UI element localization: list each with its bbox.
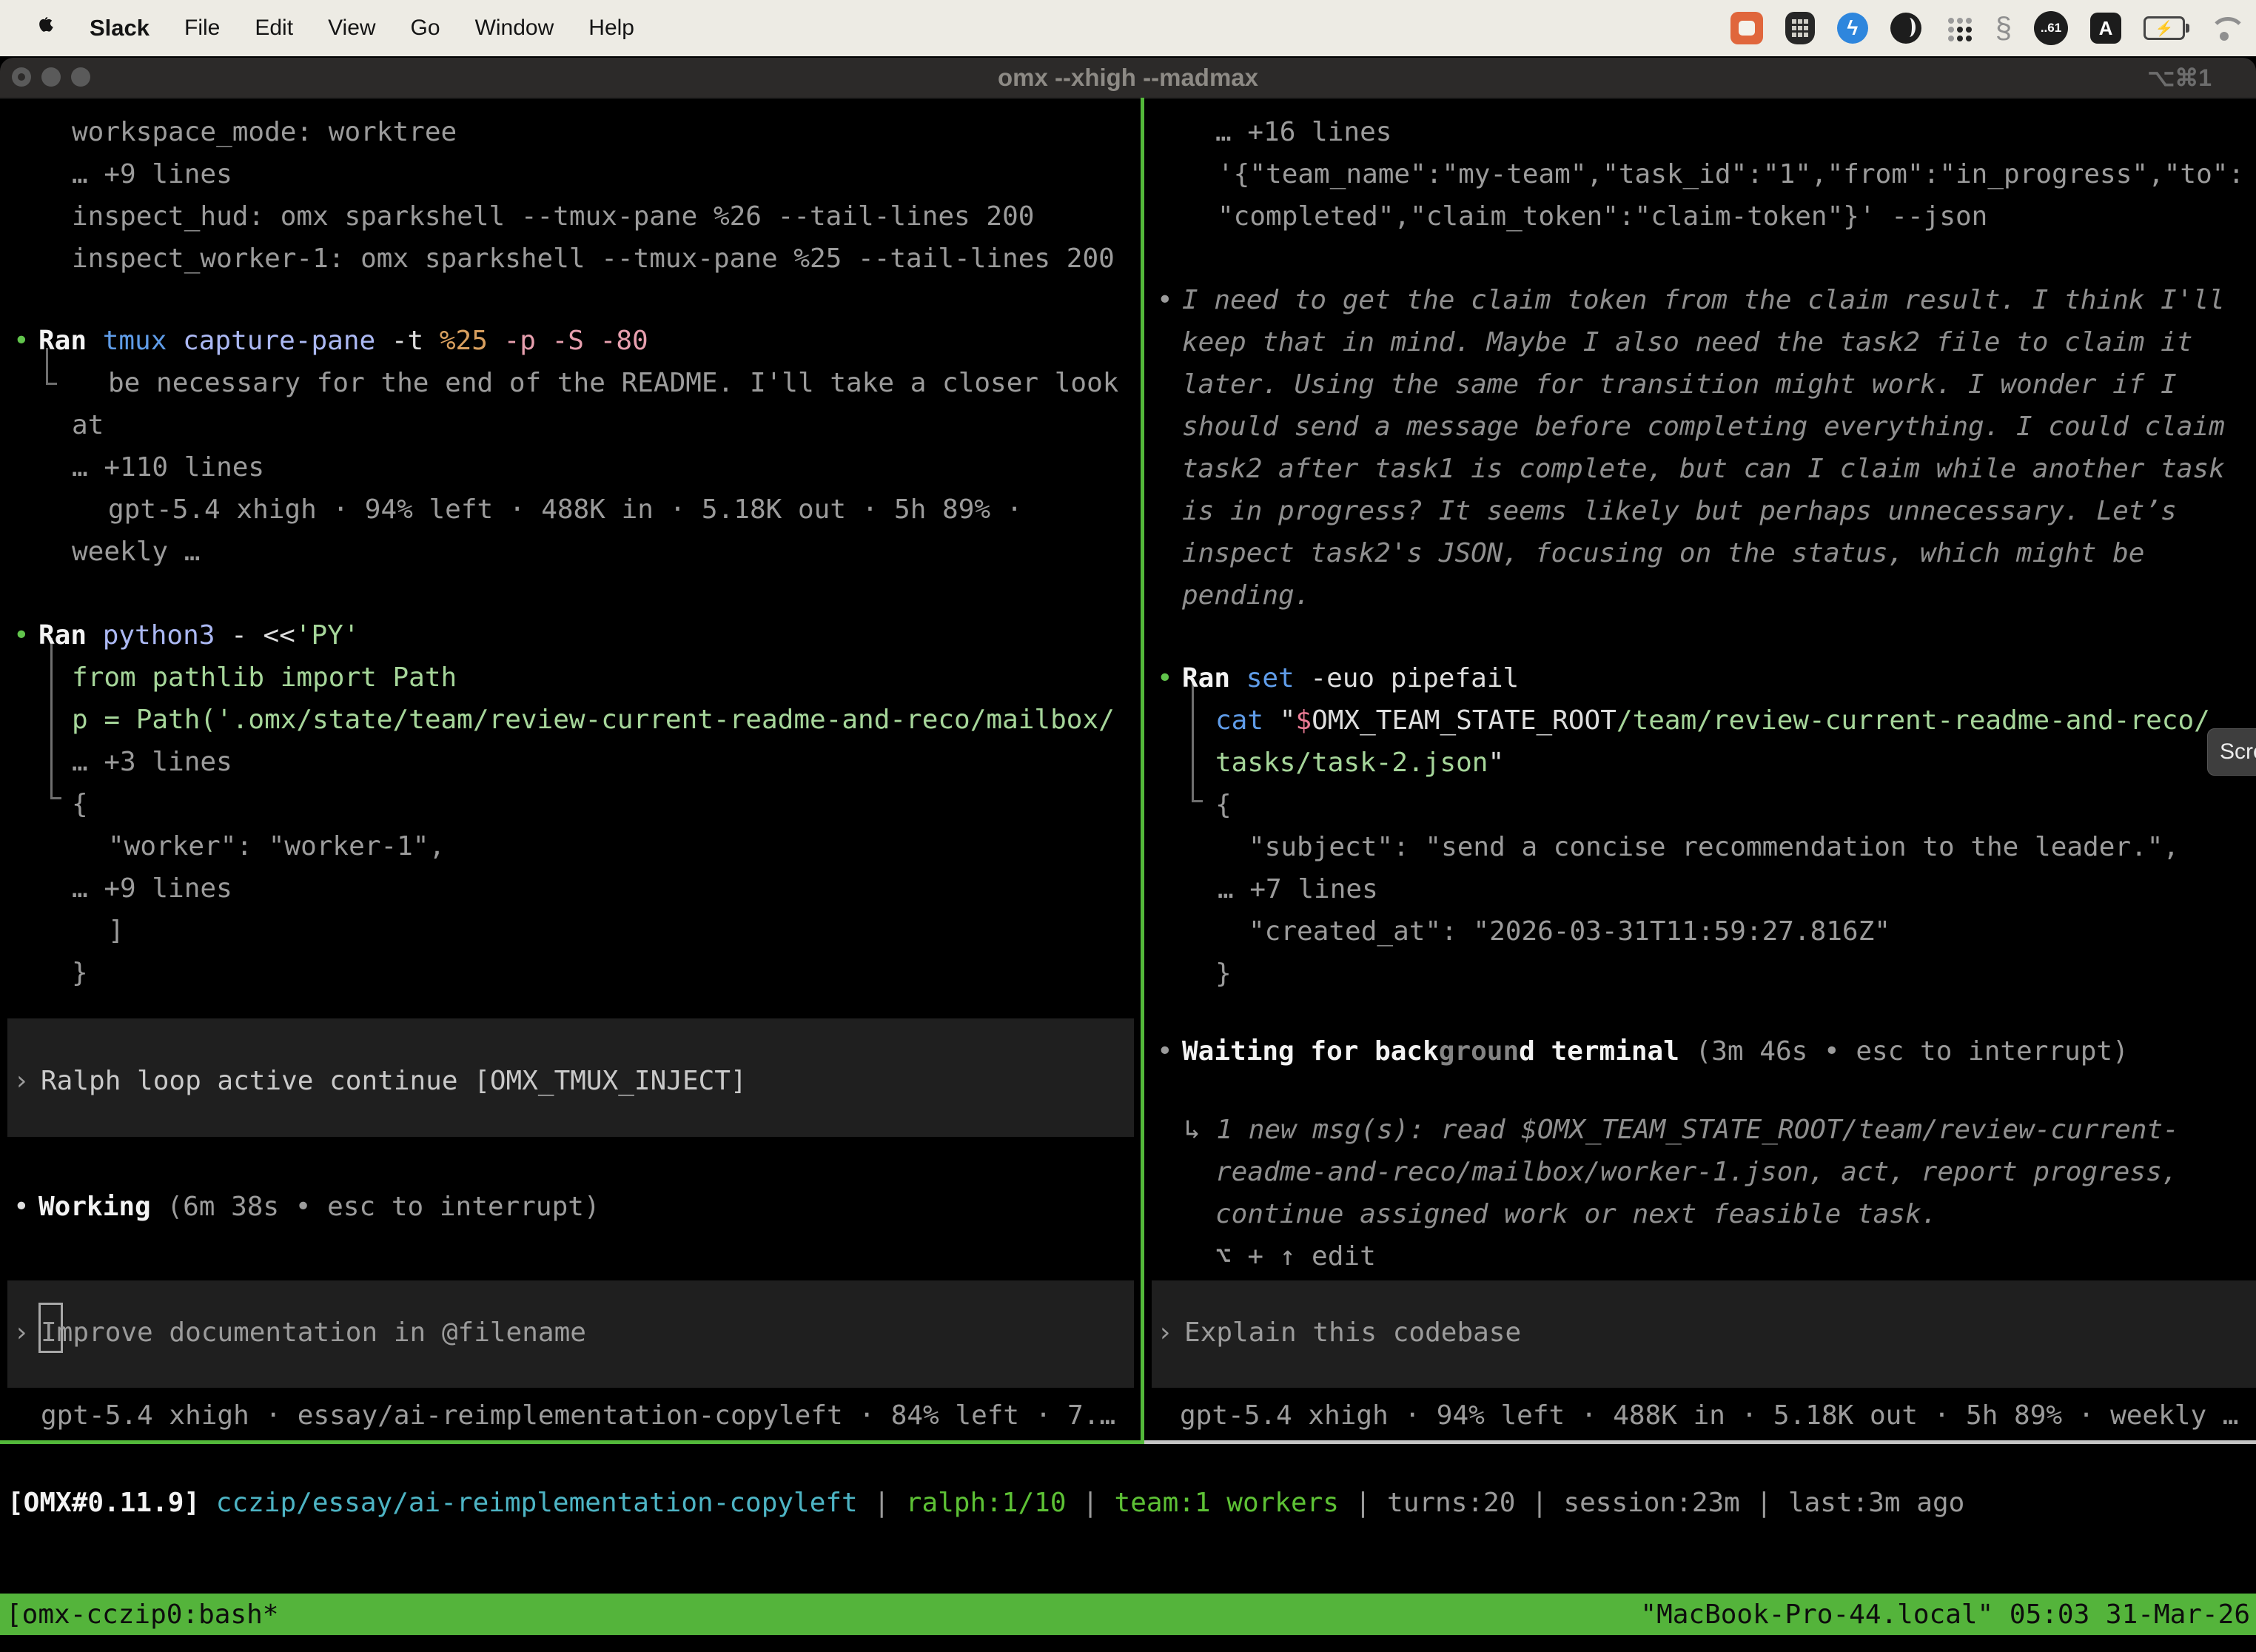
squiggle-icon[interactable]: § xyxy=(1995,12,2012,45)
notification-app-icon[interactable] xyxy=(1730,12,1763,44)
apple-icon[interactable] xyxy=(33,16,55,41)
window-title-bar[interactable]: omx --xhigh --madmax ⌥⌘1 xyxy=(0,58,2256,99)
battery-icon[interactable]: ⚡ xyxy=(2143,16,2185,40)
menu-item-go[interactable]: Go xyxy=(411,16,440,41)
menu-item-view[interactable]: View xyxy=(328,16,375,41)
menu-item-file[interactable]: File xyxy=(184,16,220,41)
menu-item-help[interactable]: Help xyxy=(588,16,634,41)
lightning-badge-icon[interactable]: ϟ xyxy=(1837,13,1868,44)
battery-percent-icon[interactable]: ..61 xyxy=(2034,11,2068,45)
window-title: omx --xhigh --madmax xyxy=(0,64,2256,92)
dots-grid-icon[interactable] xyxy=(1944,13,1973,43)
screen-tooltip: Scre xyxy=(2207,728,2256,776)
terminal-window: omx --xhigh --madmax ⌥⌘1 xyxy=(0,58,2256,1652)
tmux-host-clock-label: "MacBook-Pro-44.local" 05:03 31-Mar-26 xyxy=(1640,1599,2250,1630)
menu-left: Slack File Edit View Go Window Help xyxy=(0,15,634,41)
window-shortcut-hint: ⌥⌘1 xyxy=(2147,64,2212,92)
moon-icon[interactable] xyxy=(1890,13,1921,44)
menu-status-icons: ϟ § ..61 A ⚡ xyxy=(1730,11,2256,45)
tmux-status-bar: [omx-cczip0:bash* "MacBook-Pro-44.local"… xyxy=(0,1594,2256,1635)
menu-bar: Slack File Edit View Go Window Help ϟ § ..61 A ⚡ xyxy=(0,0,2256,56)
wifi-icon[interactable] xyxy=(2207,16,2241,41)
menu-item-edit[interactable]: Edit xyxy=(255,16,293,41)
tmux-session-label[interactable]: [omx-cczip0:bash* xyxy=(6,1599,278,1630)
menu-item-window[interactable]: Window xyxy=(475,16,554,41)
menu-item-slack[interactable]: Slack xyxy=(90,15,150,41)
grid-shield-icon[interactable] xyxy=(1785,12,1815,44)
keyboard-layout-icon[interactable]: A xyxy=(2090,13,2121,44)
screen-tooltip-label: Scre xyxy=(2220,739,2256,765)
